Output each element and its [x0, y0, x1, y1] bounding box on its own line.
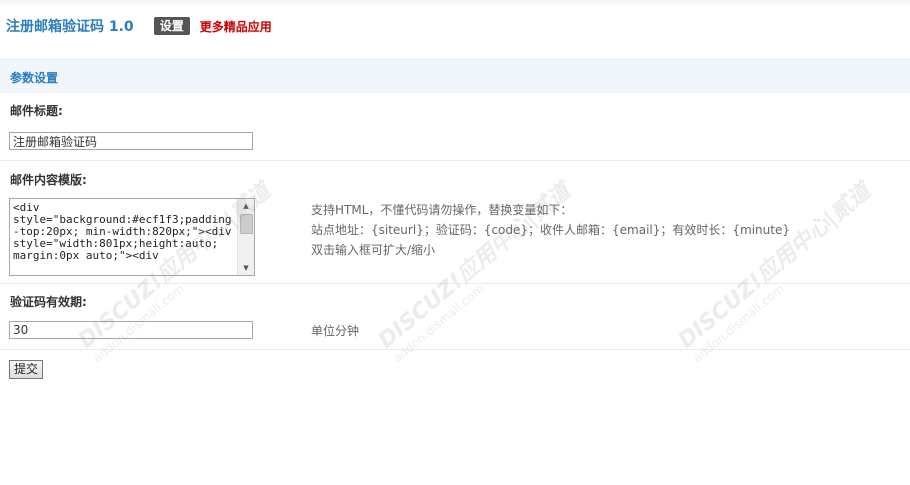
mail-subject-input[interactable] [9, 132, 253, 150]
code-validity-input[interactable] [9, 321, 253, 339]
scroll-thumb[interactable] [240, 214, 253, 234]
submit-button[interactable]: 提交 [9, 360, 44, 379]
code-validity-label: 验证码有效期: [10, 295, 87, 309]
top-gradient-bar [0, 0, 910, 6]
scroll-up-icon[interactable]: ▲ [238, 199, 254, 213]
template-hint-line: 站点地址：{siteurl}；验证码：{code}；收件人邮箱：{email}；… [311, 223, 790, 237]
mail-template-textarea[interactable]: <div style="background:#ecf1f3;padding-t… [10, 199, 238, 275]
template-hint-line: 支持HTML，不懂代码请勿操作，替换变量如下： [311, 203, 573, 217]
mail-template-label: 邮件内容模版: [10, 173, 87, 187]
row-divider [0, 283, 910, 284]
more-apps-link[interactable]: 更多精品应用 [200, 18, 272, 35]
watermark: DISCUZ!应用中心|贰道 addon.dismall.com [670, 174, 885, 365]
scroll-down-icon[interactable]: ▼ [238, 261, 254, 275]
section-title: 参数设置 [10, 71, 59, 85]
textarea-scrollbar[interactable]: ▲ ▼ [237, 199, 254, 275]
row-divider [0, 349, 910, 350]
app-title: 注册邮箱验证码 1.0 [6, 19, 134, 35]
mail-template-field[interactable]: <div style="background:#ecf1f3;padding-t… [9, 198, 255, 276]
tab-settings[interactable]: 设置 [153, 17, 190, 35]
mail-subject-label: 邮件标题: [10, 104, 63, 118]
section-header: 参数设置 [0, 59, 910, 93]
row-divider [0, 160, 910, 161]
watermark-brand: DISCUZ!应用中心|贰道 [673, 178, 876, 354]
app-header: 注册邮箱验证码 1.0 设置 更多精品应用 [6, 16, 272, 36]
template-hint-line: 双击输入框可扩大/缩小 [311, 243, 436, 257]
code-validity-hint: 单位分钟 [311, 324, 360, 338]
